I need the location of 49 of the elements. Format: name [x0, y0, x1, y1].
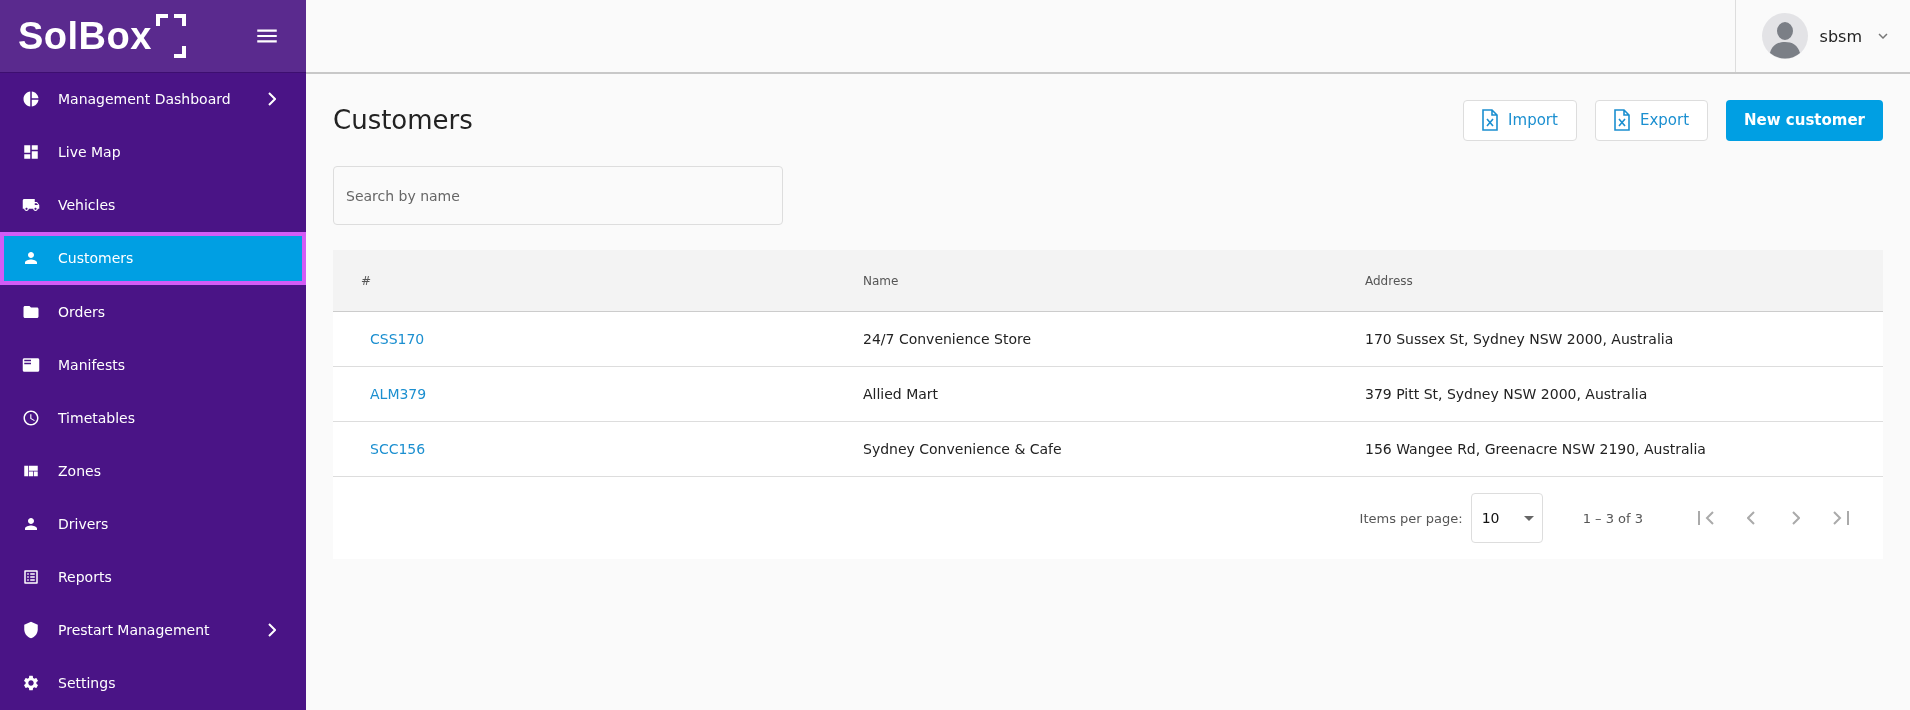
page-range: 1 – 3 of 3 [1582, 510, 1643, 526]
menu-item-icon [22, 621, 40, 640]
avatar-silhouette-icon[interactable] [1761, 13, 1808, 59]
search-field[interactable]: Search by name [333, 166, 783, 225]
table-cell: 170 Sussex St, Sydney NSW 2000, Australia [1365, 331, 1674, 347]
customer-id-link[interactable]: SCC156 [370, 441, 426, 457]
sidebar-item[interactable]: Live Map [0, 125, 306, 179]
bracket-frame-icon [155, 13, 186, 58]
sidebar-item[interactable]: Manifests [0, 338, 306, 392]
sidebar-item[interactable]: Drivers [0, 497, 306, 551]
table-cell: 379 Pitt St, Sydney NSW 2000, Australia [1365, 386, 1648, 402]
chevron-right-icon [1791, 511, 1800, 525]
table-cell: 24/7 Convenience Store [863, 331, 1031, 347]
import-button[interactable]: Import [1463, 99, 1577, 141]
items-per-page-label: Items per page: [1359, 510, 1463, 526]
excel-file-icon [1482, 109, 1499, 131]
sidebar-item[interactable]: Orders [0, 285, 306, 339]
sidebar-item[interactable]: Zones [0, 444, 306, 498]
excel-file-icon [1613, 109, 1630, 131]
column-header: Address [1365, 250, 1883, 312]
column-header: # [333, 250, 863, 312]
menu-item-icon [22, 355, 40, 374]
page-title: Customers [333, 105, 473, 135]
menu-item-icon [22, 674, 40, 693]
menu-item-icon [22, 408, 40, 427]
menu-item-icon [22, 568, 40, 587]
export-button[interactable]: Export [1594, 99, 1708, 141]
customer-id-link[interactable]: ALM379 [370, 386, 427, 402]
sidebar-item[interactable]: Timetables [0, 391, 306, 445]
table-cell: Allied Mart [863, 386, 939, 402]
sidebar-item[interactable]: Reports [0, 550, 306, 604]
column-header: Name [863, 250, 1365, 312]
dropdown-arrow-icon [1523, 515, 1534, 521]
user-name[interactable]: sbsm [1819, 26, 1862, 46]
menu-item-icon [22, 515, 40, 533]
menu-item-icon [22, 143, 40, 162]
table-cell: Sydney Convenience & Cafe [863, 441, 1062, 457]
chevron-left-icon [1746, 511, 1755, 525]
page-size-select[interactable]: 10 [1470, 493, 1543, 543]
last-page-icon [1832, 511, 1849, 525]
menu-item-icon [22, 90, 40, 109]
sidebar-item[interactable]: Prestart Management [0, 603, 306, 657]
solbox-logo: SolBox [18, 13, 186, 58]
first-page-icon [1697, 511, 1714, 525]
table-cell: 156 Wangee Rd, Greenacre NSW 2190, Australia [1365, 441, 1706, 457]
sidebar-item[interactable]: Management Dashboard [0, 72, 306, 126]
customer-id-link[interactable]: CSS170 [370, 331, 425, 347]
sidebar-item[interactable]: Settings [0, 656, 306, 710]
sidebar-item[interactable]: Vehicles [0, 178, 306, 232]
